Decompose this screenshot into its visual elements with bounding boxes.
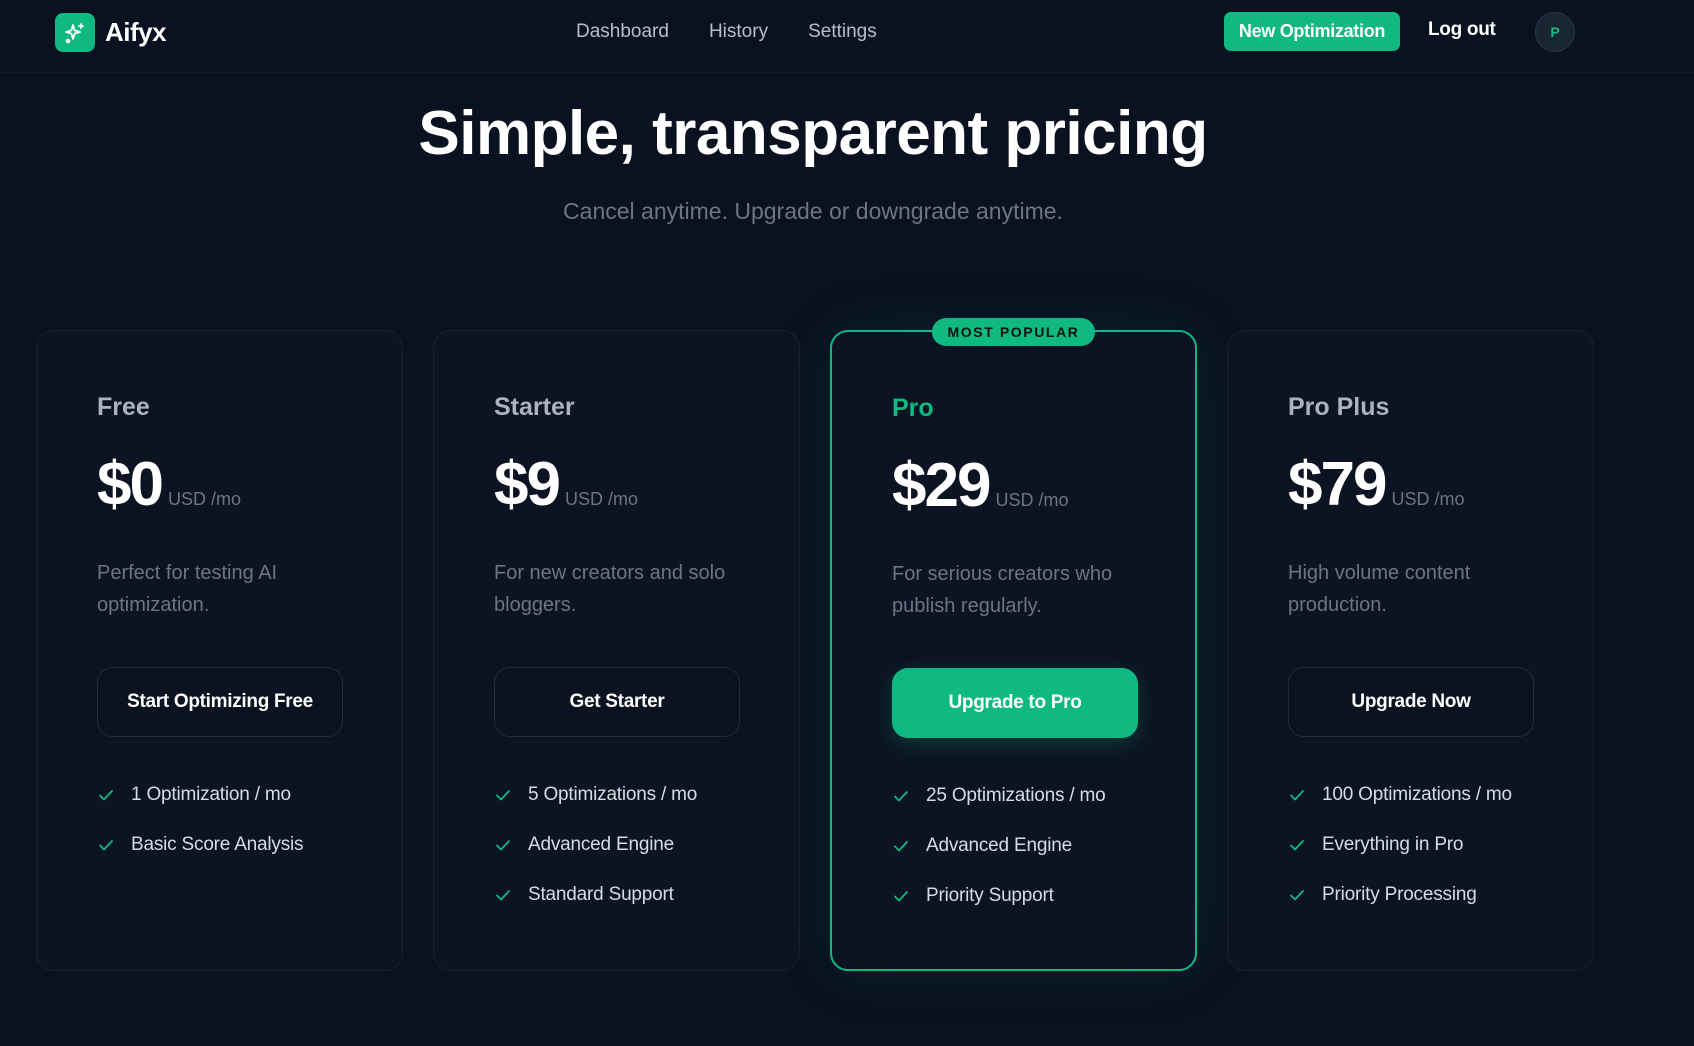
check-icon xyxy=(892,787,910,805)
plan-card-starter: Starter $9 USD /mo For new creators and … xyxy=(433,330,800,971)
feature-item: Advanced Engine xyxy=(494,833,697,857)
plan-description: For new creators and solo bloggers. xyxy=(494,562,726,616)
plan-name: Starter xyxy=(494,393,575,421)
check-icon xyxy=(494,836,512,854)
start-optimizing-free-button[interactable]: Start Optimizing Free xyxy=(97,667,343,737)
get-starter-button[interactable]: Get Starter xyxy=(494,667,740,737)
plan-description: Perfect for testing AI optimization. xyxy=(97,562,278,616)
check-icon xyxy=(494,786,512,804)
check-icon xyxy=(97,836,115,854)
plan-features: 5 Optimizations / mo Advanced Engine Sta… xyxy=(494,783,697,933)
feature-item: 25 Optimizations / mo xyxy=(892,784,1106,808)
new-optimization-button[interactable]: New Optimization xyxy=(1224,12,1400,51)
plan-price-unit: USD /mo xyxy=(167,489,241,509)
check-icon xyxy=(1288,836,1306,854)
plan-name: Pro xyxy=(892,394,934,422)
sparkles-icon xyxy=(55,13,95,52)
feature-text: Basic Score Analysis xyxy=(131,834,304,855)
nav-settings[interactable]: Settings xyxy=(808,20,877,44)
plan-price-row: $29 USD /mo xyxy=(892,450,1068,521)
plan-price-unit: USD /mo xyxy=(564,489,638,509)
plan-card-pro: MOST POPULAR Pro $29 USD /mo For serious… xyxy=(830,318,1197,971)
feature-text: 5 Optimizations / mo xyxy=(528,784,698,805)
main-nav: Dashboard History Settings xyxy=(576,20,917,44)
check-icon xyxy=(494,886,512,904)
feature-text: Everything in Pro xyxy=(1322,834,1464,855)
plan-price-row: $9 USD /mo xyxy=(494,449,638,520)
plan-price: $9 xyxy=(494,450,561,519)
check-icon xyxy=(892,887,910,905)
feature-text: 1 Optimization / mo xyxy=(131,784,291,805)
plan-description: For serious creators who publish regular… xyxy=(892,563,1113,617)
plan-price: $79 xyxy=(1288,450,1387,519)
top-nav-bar: Aifyx Dashboard History Settings New Opt… xyxy=(0,0,1694,73)
upgrade-now-button[interactable]: Upgrade Now xyxy=(1288,667,1534,737)
check-icon xyxy=(892,837,910,855)
feature-item: Priority Processing xyxy=(1288,883,1512,907)
plan-name: Free xyxy=(97,393,150,421)
plan-name: Pro Plus xyxy=(1288,393,1390,421)
feature-item: 5 Optimizations / mo xyxy=(494,783,697,807)
plan-description: High volume content production. xyxy=(1288,562,1471,616)
feature-text: Advanced Engine xyxy=(926,835,1072,856)
check-icon xyxy=(1288,886,1306,904)
plan-card-free: Free $0 USD /mo Perfect for testing AI o… xyxy=(36,330,403,971)
feature-text: Advanced Engine xyxy=(528,834,674,855)
feature-text: 25 Optimizations / mo xyxy=(926,785,1106,806)
upgrade-to-pro-button[interactable]: Upgrade to Pro xyxy=(892,668,1138,738)
feature-item: 1 Optimization / mo xyxy=(97,783,303,807)
plan-features: 1 Optimization / mo Basic Score Analysis xyxy=(97,783,304,883)
page-title: Simple, transparent pricing xyxy=(418,99,1208,168)
page-subtitle: Cancel anytime. Upgrade or downgrade any… xyxy=(563,198,1063,224)
logout-button[interactable]: Log out xyxy=(1428,19,1496,41)
plan-price-unit: USD /mo xyxy=(995,490,1069,510)
most-popular-badge: MOST POPULAR xyxy=(931,318,1096,346)
avatar[interactable]: P xyxy=(1535,12,1575,52)
plan-features: 100 Optimizations / mo Everything in Pro… xyxy=(1288,783,1512,933)
plan-card-pro-plus: Pro Plus $79 USD /mo High volume content… xyxy=(1227,330,1594,971)
feature-text: 100 Optimizations / mo xyxy=(1322,784,1512,805)
nav-history[interactable]: History xyxy=(709,20,768,44)
feature-text: Standard Support xyxy=(528,884,674,905)
feature-item: 100 Optimizations / mo xyxy=(1288,783,1512,807)
plan-price-unit: USD /mo xyxy=(1391,489,1465,509)
check-icon xyxy=(1288,786,1306,804)
feature-item: Priority Support xyxy=(892,884,1106,908)
plan-price-row: $79 USD /mo xyxy=(1288,449,1464,520)
brand-name: Aifyx xyxy=(105,17,167,47)
check-icon xyxy=(97,786,115,804)
plan-features: 25 Optimizations / mo Advanced Engine Pr… xyxy=(892,784,1106,934)
feature-text: Priority Support xyxy=(926,885,1054,906)
feature-item: Everything in Pro xyxy=(1288,833,1512,857)
feature-item: Basic Score Analysis xyxy=(97,833,304,857)
feature-item: Advanced Engine xyxy=(892,834,1106,858)
plan-price: $0 xyxy=(97,450,164,519)
plan-price: $29 xyxy=(892,451,991,520)
brand[interactable]: Aifyx xyxy=(55,13,167,52)
nav-dashboard[interactable]: Dashboard xyxy=(576,20,669,44)
feature-item: Standard Support xyxy=(494,883,697,907)
pricing-page: Aifyx Dashboard History Settings New Opt… xyxy=(0,0,1694,1046)
plan-price-row: $0 USD /mo xyxy=(97,449,241,520)
feature-text: Priority Processing xyxy=(1322,884,1477,905)
